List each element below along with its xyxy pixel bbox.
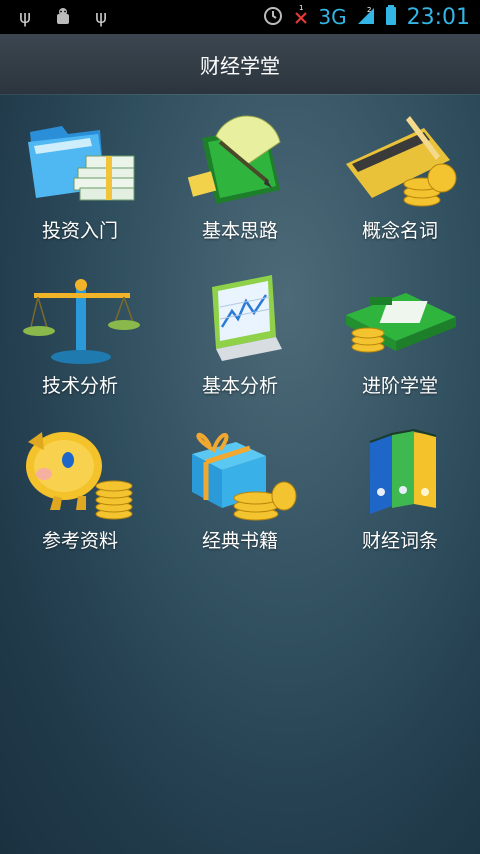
menu-item-label: 基本思路: [201, 220, 278, 242]
binders-icon: [369, 428, 437, 514]
menu-item-label: 概念名词: [361, 220, 438, 242]
android-debug-icon: [52, 6, 74, 28]
card-coins-icon: [346, 116, 457, 207]
menu-item-basic-ideas[interactable]: 基本思路: [160, 94, 320, 249]
menu-item-label: 参考资料: [41, 530, 118, 552]
menu-item-classic-books[interactable]: 经典书籍: [160, 404, 320, 559]
menu-item-label: 财经词条: [361, 530, 438, 552]
svg-text:2: 2: [367, 6, 371, 14]
signal-icon: 2: [357, 4, 375, 30]
menu-item-label: 投资入门: [41, 220, 118, 242]
calculator-coins-icon: [346, 293, 456, 353]
menu-item-label: 技术分析: [41, 375, 118, 397]
usb-icon: ψ: [95, 6, 107, 28]
status-bar: ψ ψ 1 3G 2 23:01: [0, 0, 480, 34]
menu-item-label: 基本分析: [201, 375, 278, 397]
usb-icon: ψ: [19, 6, 31, 28]
title-bar: 财经学堂: [0, 34, 480, 94]
book-protractor-icon: [187, 115, 281, 204]
page-title: 财经学堂: [200, 53, 280, 78]
no-signal-icon: 1: [294, 4, 308, 30]
menu-item-label: 经典书籍: [201, 530, 278, 552]
menu-item-references[interactable]: 参考资料: [0, 404, 160, 559]
svg-text:1: 1: [299, 4, 303, 12]
monitor-chart-icon: [212, 275, 282, 361]
gift-coins-icon: [192, 432, 297, 521]
3g-icon: 3G: [318, 5, 347, 29]
clock: 23:01: [406, 4, 470, 30]
piggy-bank-icon: [26, 432, 133, 520]
battery-icon: [385, 4, 397, 30]
menu-item-technical-analysis[interactable]: 技术分析: [0, 249, 160, 404]
menu-item-fundamental-analysis[interactable]: 基本分析: [160, 249, 320, 404]
menu-item-investment-basics[interactable]: 投资入门: [0, 94, 160, 249]
menu-item-advanced-class[interactable]: 进阶学堂: [320, 249, 480, 404]
alarm-icon: [262, 4, 284, 30]
folder-money-icon: [28, 126, 135, 201]
menu-item-concepts[interactable]: 概念名词: [320, 94, 480, 249]
scale-icon: [23, 279, 140, 364]
menu-item-label: 进阶学堂: [361, 375, 438, 397]
menu-item-finance-terms[interactable]: 财经词条: [320, 404, 480, 559]
